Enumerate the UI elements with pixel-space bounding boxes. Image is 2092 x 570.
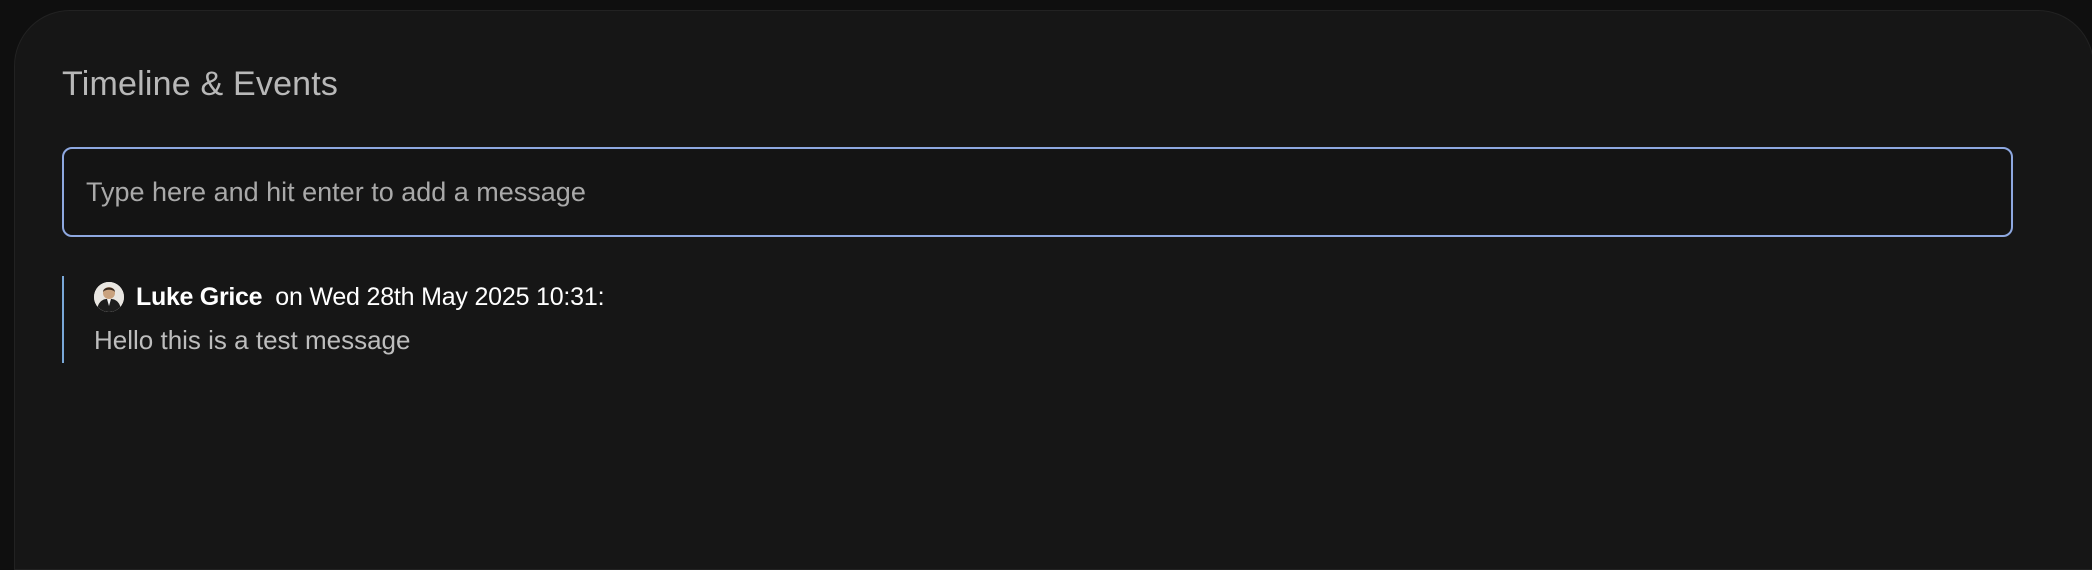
user-avatar-icon [94, 282, 124, 312]
entry-header: Luke Grice on Wed 28th May 2025 10:31: [94, 277, 605, 317]
message-input[interactable] [62, 147, 2013, 237]
timeline-entry: Luke Grice on Wed 28th May 2025 10:31: H… [62, 276, 605, 363]
panel-title: Timeline & Events [62, 65, 339, 103]
entry-timestamp: on Wed 28th May 2025 10:31: [275, 282, 605, 311]
entry-message: Hello this is a test message [94, 325, 411, 355]
entry-author: Luke Grice [136, 282, 263, 311]
